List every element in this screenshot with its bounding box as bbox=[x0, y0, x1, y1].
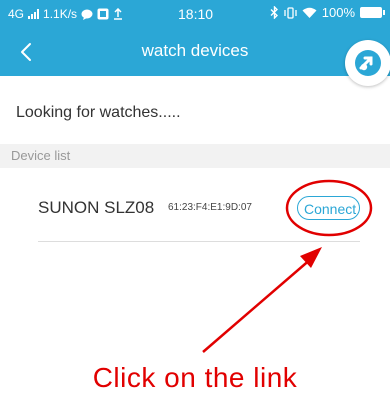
battery-percent: 100% bbox=[321, 5, 355, 20]
sync-settings-button[interactable] bbox=[345, 40, 390, 86]
status-left: 4G 1.1K/s bbox=[8, 7, 123, 21]
annotation-arrow-line bbox=[202, 257, 313, 353]
chat-icon bbox=[81, 9, 93, 20]
wifi-icon bbox=[302, 7, 317, 18]
network-type: 4G bbox=[8, 7, 25, 21]
vibrate-icon bbox=[284, 6, 297, 19]
sync-settings-icon bbox=[355, 50, 381, 76]
battery-icon bbox=[360, 7, 385, 18]
status-time: 18:10 bbox=[178, 6, 214, 22]
status-bar: 4G 1.1K/s 18:10 100% bbox=[0, 0, 390, 28]
signal-icon bbox=[28, 9, 40, 19]
device-mac-address: 61:23:F4:E1:9D:07 bbox=[168, 202, 252, 213]
bluetooth-icon bbox=[270, 6, 278, 19]
app-icon bbox=[97, 8, 109, 20]
status-right: 100% bbox=[270, 5, 385, 20]
searching-status: Looking for watches..... bbox=[16, 104, 181, 121]
page-title: watch devices bbox=[141, 41, 249, 60]
device-list-item: SUNON SLZ08 61:23:F4:E1:9D:07 Connect bbox=[38, 168, 360, 242]
annotation-caption: Click on the link bbox=[92, 362, 298, 393]
connect-button[interactable]: Connect bbox=[297, 196, 360, 220]
nav-bar: watch devices bbox=[0, 28, 390, 86]
upload-icon bbox=[114, 8, 123, 20]
device-list-header: Device list bbox=[0, 144, 390, 168]
device-name: SUNON SLZ08 bbox=[38, 198, 155, 217]
network-speed: 1.1K/s bbox=[43, 7, 78, 21]
annotation-arrow-head bbox=[300, 247, 322, 268]
